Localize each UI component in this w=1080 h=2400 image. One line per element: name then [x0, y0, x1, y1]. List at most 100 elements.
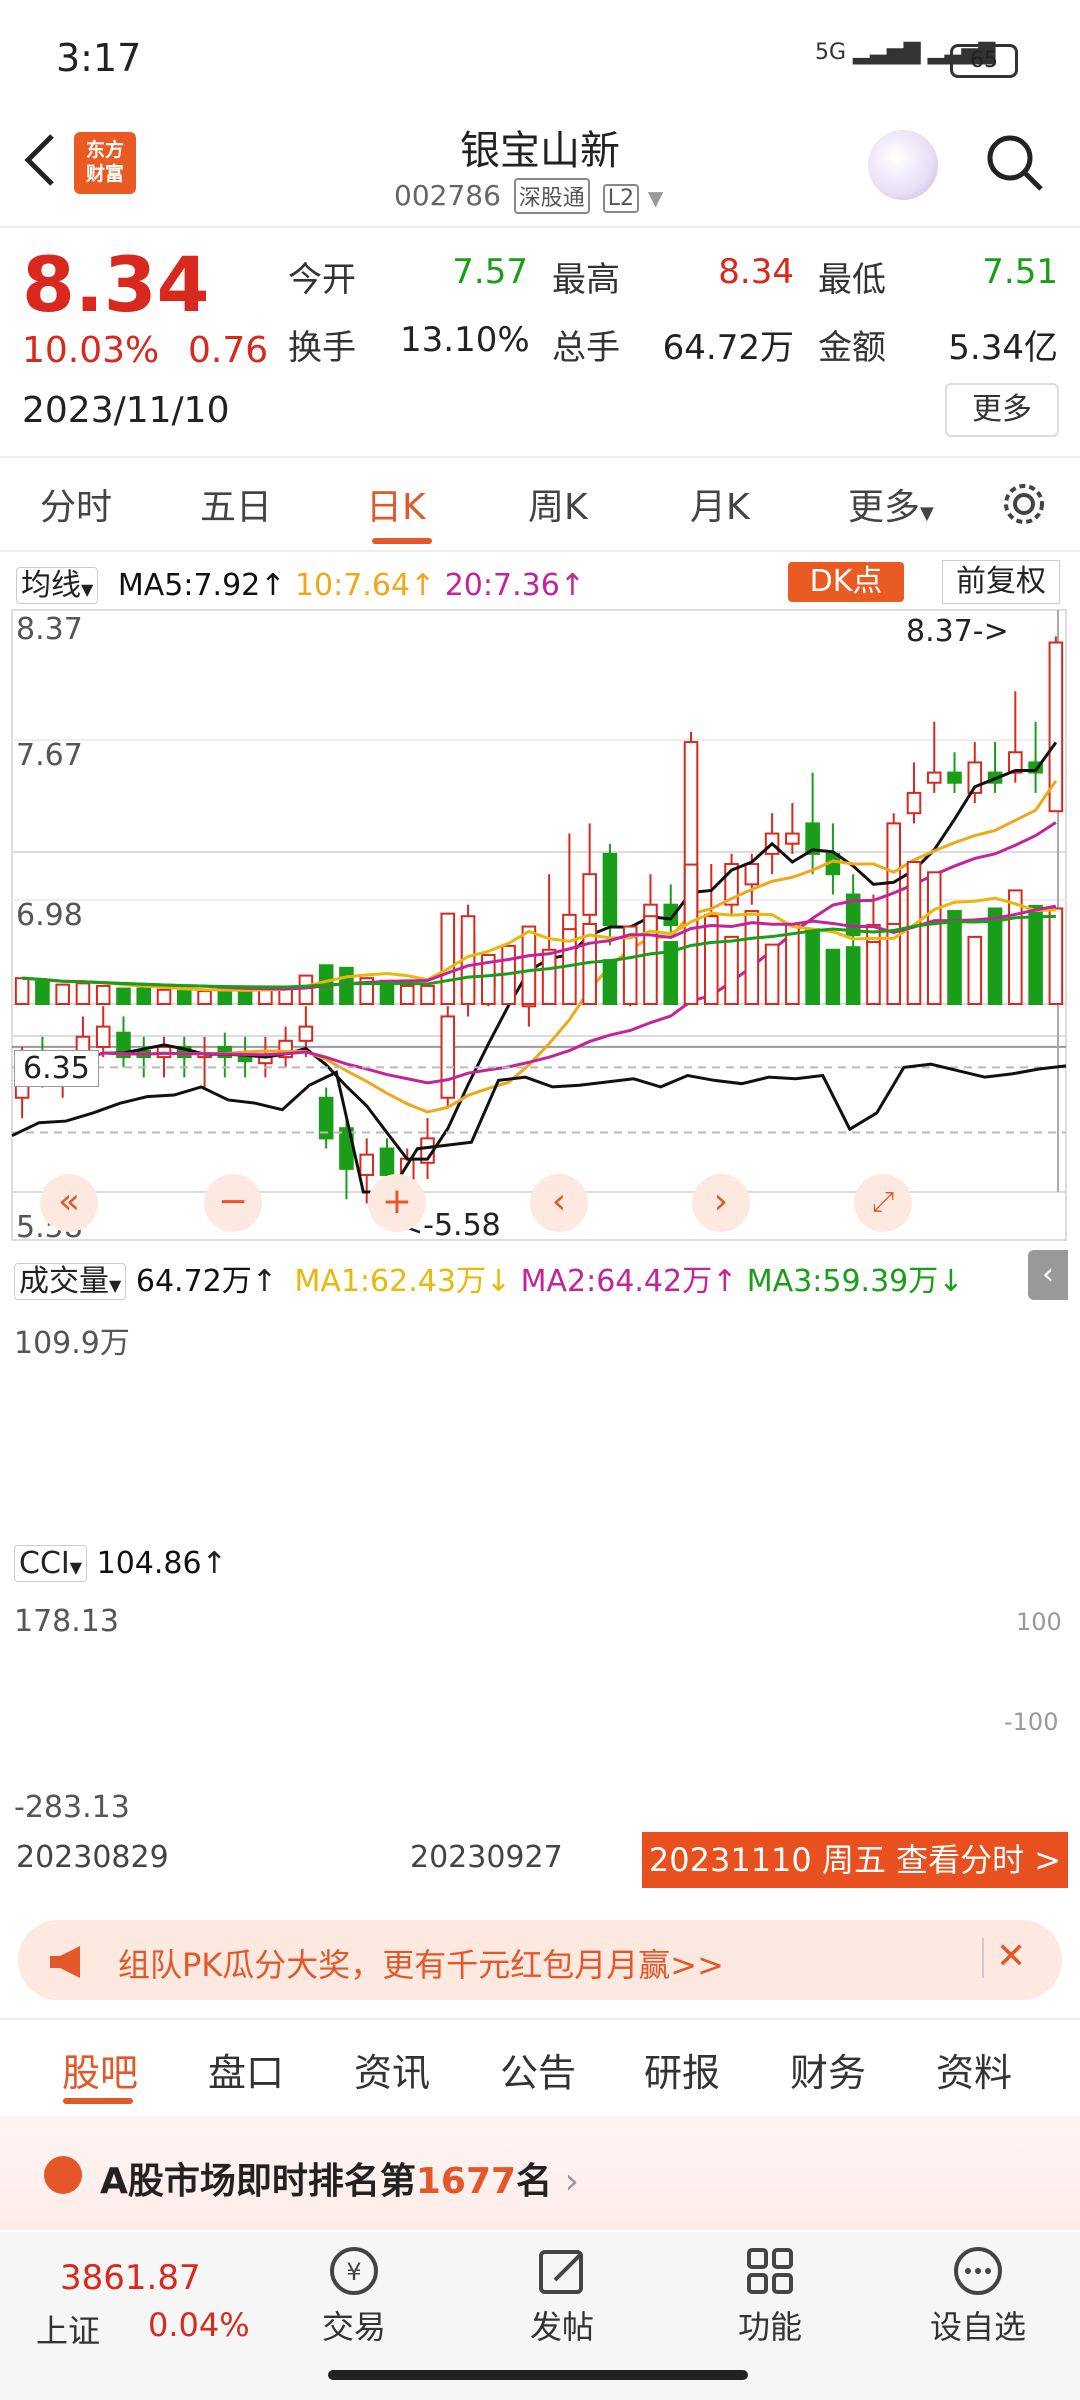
- scroll-left-fast-icon[interactable]: «: [40, 1174, 98, 1232]
- active-tab-indicator: [372, 538, 432, 544]
- volume-bar: [683, 863, 699, 1005]
- nav-post[interactable]: 发帖: [492, 2244, 632, 2348]
- volume-bar: [237, 988, 253, 1005]
- volume-select-label: 成交量: [19, 1264, 109, 1299]
- low-label: 最低: [818, 260, 886, 300]
- volume-bar: [1008, 889, 1023, 1005]
- ma10-value: 10:7.64: [294, 568, 411, 603]
- divider: [0, 2018, 1080, 2020]
- network-type: 5G: [815, 40, 847, 65]
- collapse-panel-icon[interactable]: ‹: [1028, 1250, 1068, 1300]
- volume-bar: [420, 984, 435, 1006]
- tab-order-book[interactable]: 盘口: [208, 2042, 284, 2097]
- tab-announcements[interactable]: 公告: [500, 2042, 576, 2097]
- divider: [0, 226, 1080, 228]
- volume-bar: [643, 915, 658, 1005]
- candle-body: [298, 1025, 314, 1042]
- volume-bar: [947, 910, 962, 1005]
- volume-indicator-select[interactable]: 成交量▼: [14, 1263, 127, 1300]
- volume-label: 总手: [552, 328, 620, 368]
- tab-weekly-k[interactable]: 周K: [528, 478, 588, 530]
- crosshair-price-label: 6.35: [14, 1050, 99, 1087]
- volume-axis-max: 109.9万: [14, 1326, 130, 1361]
- banner-separator: [982, 1938, 984, 1978]
- current-price: 8.34: [22, 240, 210, 329]
- cci-current: 104.86: [96, 1546, 202, 1581]
- close-icon[interactable]: ✕: [996, 1936, 1026, 1977]
- date-axis-mid: 20230927: [410, 1840, 563, 1875]
- stock-code: 002786: [394, 179, 501, 212]
- tab-news[interactable]: 资讯: [354, 2042, 430, 2097]
- adjust-mode-button[interactable]: 前复权: [942, 560, 1060, 604]
- candle-body: [237, 1056, 253, 1063]
- nav-functions[interactable]: 功能: [700, 2244, 840, 2348]
- candle-body: [602, 852, 618, 927]
- volume-ma1: MA1:62.43万: [294, 1264, 486, 1299]
- nav-trade[interactable]: ¥ 交易: [284, 2244, 424, 2348]
- tab-profile[interactable]: 资料: [936, 2042, 1012, 2097]
- candle-body: [926, 771, 942, 784]
- search-icon[interactable]: [985, 133, 1045, 193]
- market-rank: A股市场即时排名第1677名 ›: [100, 2152, 579, 2204]
- volume-bar: [724, 935, 739, 1006]
- cci-legend: CCI▼ 104.86↑: [14, 1545, 227, 1588]
- tab-daily-k[interactable]: 日K: [366, 478, 426, 530]
- volume-bar: [116, 987, 131, 1006]
- change-percent: 10.03%: [22, 330, 160, 371]
- assistant-robot-icon[interactable]: [868, 130, 938, 200]
- candle-body: [95, 1025, 111, 1048]
- grid-icon: [747, 2248, 793, 2294]
- zoom-out-icon[interactable]: −: [204, 1174, 262, 1232]
- turnover-value: 13.10%: [400, 320, 530, 360]
- candle-body: [906, 791, 922, 815]
- cci-axis-top: 178.13: [14, 1604, 119, 1639]
- high-value: 8.34: [718, 252, 794, 292]
- price-axis-label: 7.67: [16, 738, 83, 773]
- tab-financials[interactable]: 财务: [790, 2042, 866, 2097]
- change-amount: 0.76: [188, 330, 269, 371]
- volume-bar: [602, 959, 618, 1006]
- fullscreen-icon[interactable]: ⤢: [854, 1174, 912, 1232]
- chevron-down-icon[interactable]: ▼: [648, 186, 663, 210]
- ma20-value: 20:7.36: [444, 568, 560, 603]
- home-indicator: [328, 2370, 748, 2380]
- divider: [0, 456, 1080, 458]
- date-axis-start: 20230829: [16, 1840, 169, 1875]
- volume-bar: [926, 871, 942, 1005]
- volume-bar: [95, 984, 111, 1006]
- step-right-icon[interactable]: ›: [692, 1174, 750, 1232]
- tab-five-day[interactable]: 五日: [200, 478, 272, 530]
- tab-research[interactable]: 研报: [644, 2042, 720, 2097]
- indicator-select[interactable]: 均线▼: [16, 567, 99, 604]
- nav-add-watchlist[interactable]: 设自选: [908, 2244, 1048, 2348]
- volume-bar: [906, 861, 922, 1005]
- tab-guba[interactable]: 股吧: [62, 2042, 138, 2097]
- more-quote-button[interactable]: 更多: [945, 383, 1059, 437]
- volume-bar: [967, 935, 983, 1006]
- volume-bar: [704, 915, 719, 1005]
- zoom-in-icon[interactable]: +: [368, 1174, 426, 1232]
- dk-point-button[interactable]: DK点: [788, 562, 904, 602]
- tab-intraday[interactable]: 分时: [40, 478, 112, 530]
- high-marker: 8.37->: [906, 614, 1009, 649]
- volume-bar: [440, 912, 456, 1005]
- megaphone-icon: [46, 1944, 88, 1984]
- settings-gear-icon[interactable]: [1000, 480, 1048, 532]
- tab-monthly-k[interactable]: 月K: [690, 478, 750, 530]
- edit-post-icon: [539, 2250, 583, 2294]
- step-left-icon[interactable]: ‹: [530, 1174, 588, 1232]
- tab-more[interactable]: 更多▼: [848, 478, 934, 530]
- nav-add-watchlist-label: 设自选: [929, 2308, 1026, 2346]
- tag-l2: L2: [602, 184, 639, 213]
- volume-bar: [298, 974, 314, 1006]
- ma-legend: 均线▼ MA5:7.92↑ 10:7.64↑ 20:7.36↑: [16, 560, 585, 604]
- chevron-right-icon: ›: [564, 2161, 580, 2202]
- candle-body: [947, 771, 962, 784]
- cci-axis-bottom: -283.13: [14, 1790, 130, 1825]
- volume-ma3: MA3:59.39万: [746, 1264, 939, 1299]
- nav-post-label: 发帖: [529, 2308, 594, 2346]
- index-value[interactable]: 3861.87: [60, 2258, 201, 2298]
- cci-indicator-select[interactable]: CCI▼: [14, 1545, 88, 1582]
- view-intraday-button[interactable]: 20231110 周五 查看分时 >: [642, 1832, 1068, 1888]
- candle-body: [359, 1153, 374, 1176]
